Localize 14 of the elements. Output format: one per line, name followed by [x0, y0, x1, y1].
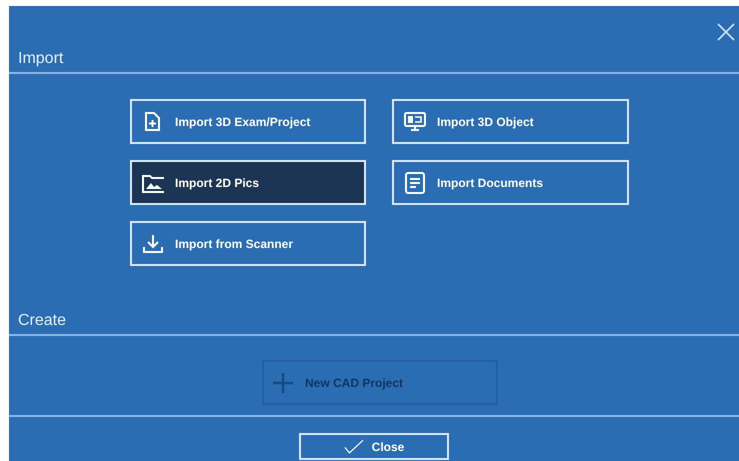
import-option-button[interactable]: Import 2D Pics: [130, 160, 366, 205]
section-heading: Create: [18, 312, 66, 330]
close-button[interactable]: Close: [299, 433, 449, 460]
import-option-button[interactable]: Import from Scanner: [130, 221, 366, 266]
section-heading: Import: [18, 50, 64, 68]
import-option-button[interactable]: Import 3D Object: [392, 99, 629, 144]
import-option-button[interactable]: Import Documents: [392, 160, 629, 205]
check-icon: [344, 439, 364, 454]
download-icon: [142, 232, 164, 254]
plus-icon: [272, 372, 294, 394]
document-icon: [404, 172, 426, 194]
monitor-icon: [404, 110, 426, 132]
import-option-button[interactable]: Import 3D Exam/Project: [130, 99, 366, 144]
close-icon[interactable]: [717, 23, 735, 41]
